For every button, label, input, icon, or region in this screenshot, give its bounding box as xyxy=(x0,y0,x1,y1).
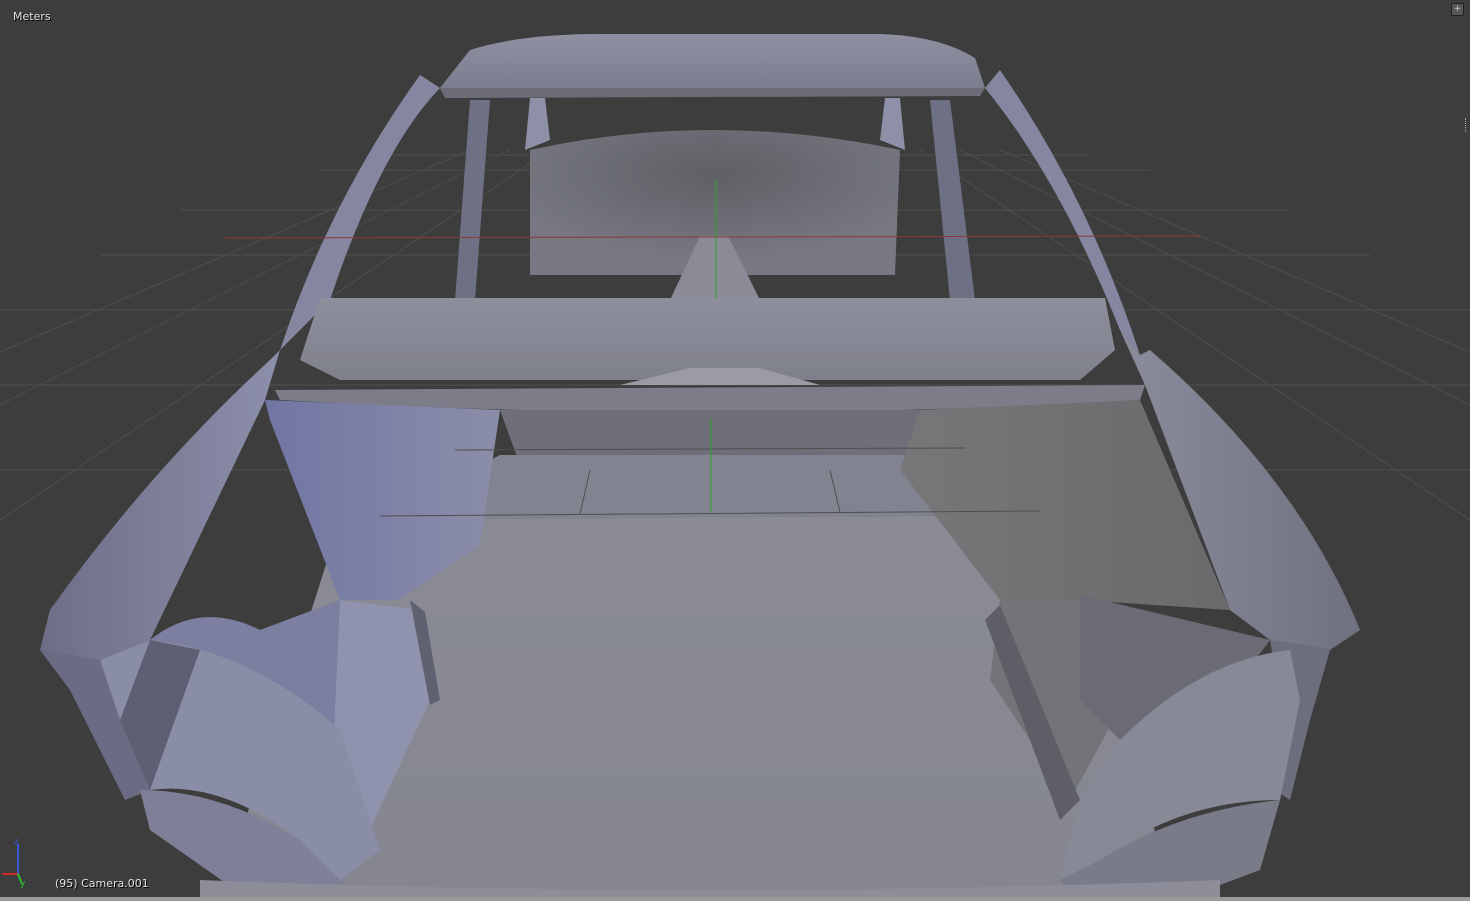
resize-handle-icon[interactable] xyxy=(1465,118,1470,132)
active-object-info: (95) Camera.001 xyxy=(55,877,149,890)
3d-viewport[interactable]: Meters + z y (95) Camera.001 xyxy=(0,0,1470,901)
car-mesh-render xyxy=(0,34,1470,901)
parcel-shelf xyxy=(300,298,1115,380)
axis-gizmo-icon: z y xyxy=(2,837,26,889)
left-body-side xyxy=(40,330,300,660)
units-label: Meters xyxy=(13,10,51,23)
viewport-bottom-border xyxy=(0,897,1470,901)
roof-panel xyxy=(440,34,985,88)
gizmo-z-label: z xyxy=(14,837,18,846)
expand-corner-icon[interactable]: + xyxy=(1451,3,1464,16)
gizmo-y-label: y xyxy=(20,879,26,889)
